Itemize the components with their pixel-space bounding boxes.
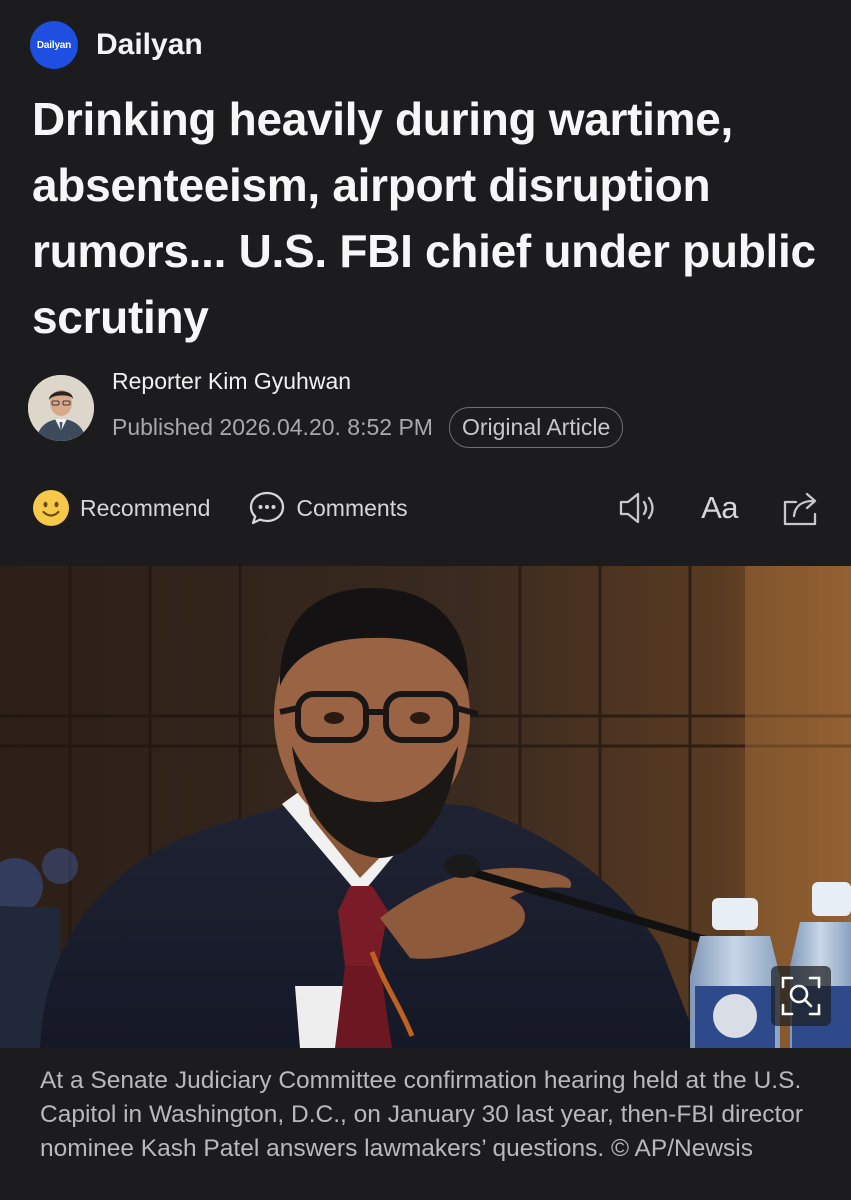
photo-zoom-button[interactable] <box>771 966 831 1026</box>
publisher-logo[interactable]: Dailyan <box>30 21 78 69</box>
hearing-photo <box>0 566 851 1048</box>
article-headline: Drinking heavily during wartime, absente… <box>32 93 816 343</box>
share-button[interactable] <box>780 488 822 528</box>
speaker-icon <box>619 492 654 524</box>
reporter-info: Reporter Kim Gyuhwan Published 2026.04.2… <box>28 368 624 448</box>
reporter-name[interactable]: Reporter Kim Gyuhwan <box>112 368 623 395</box>
article-actions: Recommend Comments Aa <box>32 484 822 532</box>
recommend-label: Recommend <box>80 494 211 521</box>
font-size-button[interactable]: Aa <box>701 490 738 526</box>
smiley-icon <box>33 490 69 526</box>
original-article-button[interactable]: Original Article <box>448 407 624 448</box>
reporter-avatar[interactable] <box>28 375 94 441</box>
speech-bubble-icon <box>250 491 285 525</box>
photo-caption: At a Senate Judiciary Committee confirma… <box>40 1067 804 1162</box>
publisher-header[interactable]: Dailyan Dailyan <box>30 20 203 70</box>
article-photo[interactable] <box>0 566 851 1048</box>
comments-button[interactable]: Comments <box>248 489 408 527</box>
magnify-expand-icon <box>781 976 821 1016</box>
recommend-button[interactable]: Recommend <box>32 489 210 527</box>
share-icon <box>783 492 817 526</box>
reporter-photo <box>28 375 94 441</box>
listen-button[interactable] <box>617 489 659 527</box>
publisher-name[interactable]: Dailyan <box>96 28 203 62</box>
published-date: Published 2026.04.20. 8:52 PM <box>112 414 433 440</box>
comments-label: Comments <box>296 494 408 521</box>
